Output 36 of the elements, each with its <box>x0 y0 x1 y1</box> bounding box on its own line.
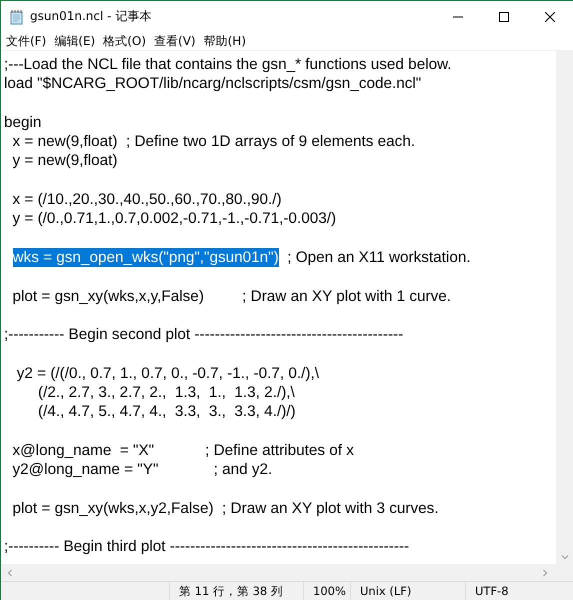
code-line: plot = gsn_xy(wks,x,y,False) ; Draw an XY plot with 1 curve. <box>11 286 452 306</box>
code-line: x@long_name = "X" ; Define attributes of x <box>11 440 355 460</box>
code-line: plot = gsn_xy(wks,x,y2,False) ; Draw an XY plot with 3 curves. <box>11 498 440 518</box>
code-line: y = (/0.,0.71,1.,0.7,0.002,-0.71,-1.,-0.71,-0.003/) <box>11 209 338 229</box>
code-line: ;----------- Begin second plot ----------------------------------------- <box>4 325 404 344</box>
scroll-down-icon[interactable] <box>560 553 568 561</box>
scroll-right-icon[interactable] <box>541 568 549 576</box>
status-text: Unix (LF) <box>350 582 465 600</box>
code-line: y2@long_name = "Y" ; and y2. <box>11 460 274 480</box>
vertical-scrollbar[interactable] <box>556 51 573 564</box>
notepad-icon <box>9 8 25 24</box>
code-line: y2 = (/(/0., 0.7, 1., 0.7, 0., -0.7, -1., -0.7, 0./),\ <box>16 364 320 384</box>
maximize-icon <box>499 12 509 22</box>
code-line: x = (/10.,20.,30.,40.,50.,60.,70.,80.,90./) <box>11 190 283 210</box>
status-text: 第 11 行，第 38 列 <box>169 582 303 600</box>
scroll-left-icon[interactable] <box>6 568 14 576</box>
code-line: begin <box>4 112 42 132</box>
window-title: gsun01n.ncl - 记事本 <box>30 8 152 25</box>
menu-item[interactable]: 帮助(H) <box>200 32 249 50</box>
code-line: (/2., 2.7, 3., 2.7, 2., 1.3, 1., 1.3, 2./),\ <box>36 383 296 402</box>
horizontal-scrollbar[interactable] <box>1 564 573 581</box>
menu-item[interactable]: 格式(O) <box>100 32 150 50</box>
status-text: UTF-8 <box>465 582 563 600</box>
code-line: x = new(9,float) ; Define two 1D arrays of 9 elements each. <box>11 132 416 152</box>
code-line: load "$NCARG_ROOT/lib/ncarg/nclscripts/csm/gsn_code.ncl" <box>4 74 422 94</box>
selected-text: wks = gsn_open_wks("png","gsun01n") <box>12 248 279 268</box>
code-line: y = new(9,float) <box>11 151 119 171</box>
status-text: 100% <box>303 582 350 600</box>
code-line: ;---Load the NCL file that contains the gsn_* functions used below. <box>4 55 453 74</box>
code-comment: ; Open an X11 workstation. <box>286 248 471 268</box>
menu-item[interactable]: 查看(V) <box>151 32 199 50</box>
menu-item[interactable]: 编辑(E) <box>51 32 98 50</box>
code-line: ;---------- Begin third plot ----------------------------------------------- <box>4 537 410 557</box>
code-line: (/4., 4.7, 5., 4.7, 4., 3.3, 3., 3.3, 4./)/) <box>36 402 297 422</box>
menu-item[interactable]: 文件(F) <box>3 32 50 50</box>
close-icon <box>545 12 555 22</box>
